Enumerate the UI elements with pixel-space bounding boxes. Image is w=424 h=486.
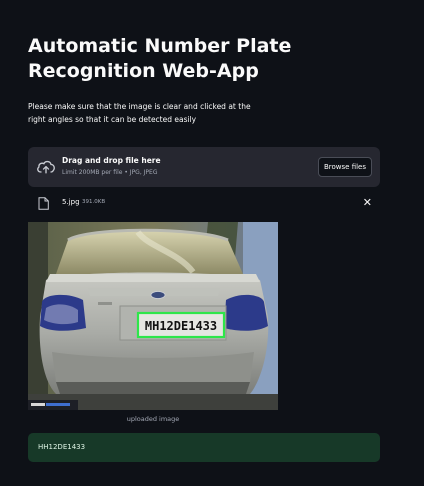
file-size: 391.0KB (82, 199, 106, 205)
file-icon (38, 197, 49, 210)
image-caption: uploaded image (126, 415, 180, 423)
dropzone-limit-text: Limit 200MB per file • JPG, JPEG (62, 169, 158, 176)
license-plate-text: MH12DE1433 (145, 319, 217, 333)
close-icon[interactable]: ✕ (363, 196, 372, 209)
car-photo: MH12DE1433 (28, 222, 278, 410)
uploaded-car-image: MH12DE1433 (28, 222, 278, 410)
file-dropzone[interactable]: Drag and drop file here Limit 200MB per … (28, 147, 380, 187)
uploaded-file-item: 5.jpg 391.0KB ✕ (28, 194, 380, 212)
dropzone-label: Drag and drop file here (62, 156, 161, 165)
streamlit-app: Automatic Number Plate Recognition Web-A… (0, 0, 424, 486)
page-title: Automatic Number Plate Recognition Web-A… (28, 35, 292, 82)
instructions-text: Please make sure that the image is clear… (28, 102, 251, 124)
file-name: 5.jpg (62, 198, 80, 206)
browse-files-button[interactable]: Browse files (318, 157, 372, 177)
detected-plate-text: HH12DE1433 (38, 443, 86, 451)
cloud-upload-icon (37, 160, 55, 174)
success-alert: HH12DE1433 (28, 433, 380, 462)
